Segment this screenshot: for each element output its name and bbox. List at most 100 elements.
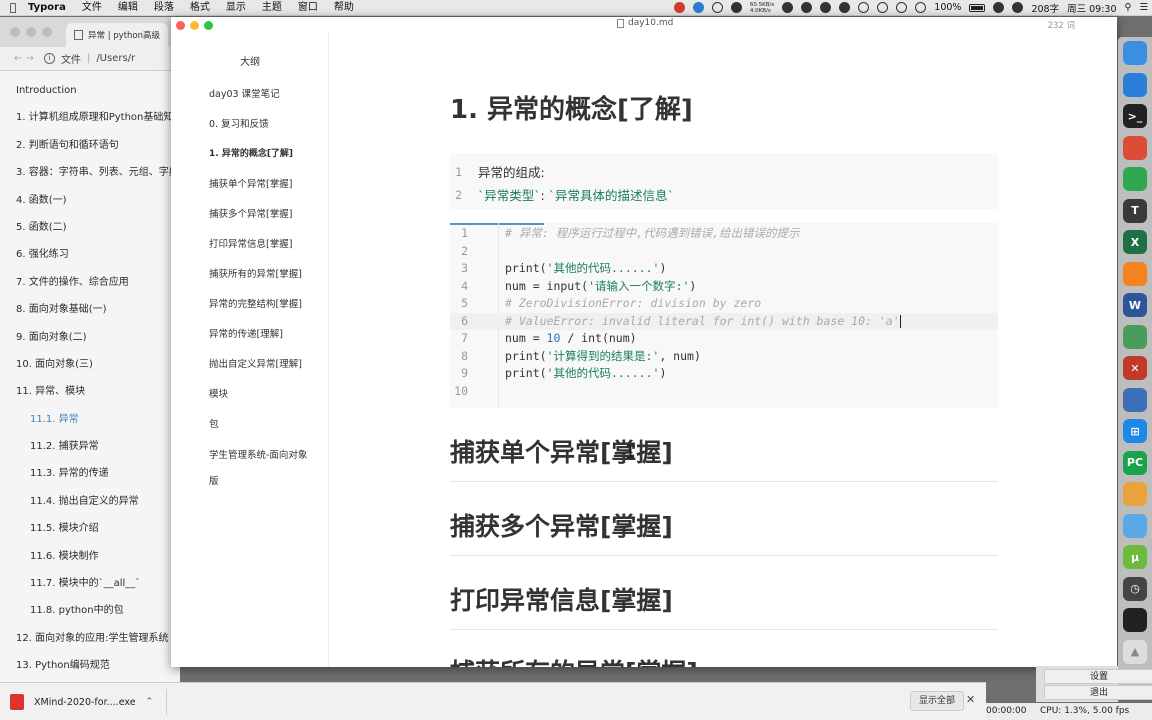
- clock[interactable]: 周三 09:30: [1067, 1, 1116, 15]
- browser-zoom-button[interactable]: [42, 27, 52, 37]
- toc-item[interactable]: 11.2. 捕获异常: [0, 433, 180, 460]
- close-icon[interactable]: ✕: [966, 693, 975, 706]
- toc-item[interactable]: 11.8. python中的包: [0, 597, 180, 624]
- bluetooth-icon[interactable]: [877, 2, 889, 13]
- code-line[interactable]: 2: [450, 243, 998, 261]
- word-icon[interactable]: W: [1123, 293, 1147, 317]
- code-line[interactable]: 7 num = 10 / int(num): [450, 330, 998, 348]
- windows-icon[interactable]: ⊞: [1123, 419, 1147, 443]
- info-icon[interactable]: i: [43, 53, 55, 64]
- excel-icon[interactable]: X: [1123, 230, 1147, 254]
- airplay-icon[interactable]: [858, 2, 870, 13]
- toc-item[interactable]: 8. 面向对象基础(一): [0, 296, 180, 323]
- outline-item[interactable]: 学生管理系统-面向对象: [209, 447, 307, 461]
- toc-item[interactable]: 5. 函数(二): [0, 214, 180, 241]
- menu-file[interactable]: 文件: [74, 0, 110, 16]
- code-line[interactable]: 8 print('计算得到的结果是:', num): [450, 348, 998, 366]
- typora-icon[interactable]: T: [1123, 198, 1147, 223]
- minimize-button[interactable]: [190, 20, 199, 30]
- toc-item[interactable]: 9. 面向对象(二): [0, 324, 180, 351]
- toc-item[interactable]: 11.4. 抛出自定义的异常: [0, 488, 180, 515]
- toc-item[interactable]: 12. 面向对象的应用:学生管理系统: [0, 625, 180, 652]
- menu-app[interactable]: Typora: [26, 0, 74, 16]
- word-count[interactable]: 232 词: [1048, 19, 1075, 31]
- heading-catch-all[interactable]: 捕获所有的异常[掌握]: [450, 653, 698, 667]
- spotlight-icon[interactable]: ⚲: [1125, 2, 1132, 13]
- heading-print-exception[interactable]: 打印异常信息[掌握]: [450, 581, 673, 617]
- keyboard-tray-icon[interactable]: [1012, 2, 1024, 13]
- outline-item[interactable]: 版: [209, 473, 219, 487]
- menu-format[interactable]: 格式: [182, 0, 218, 16]
- outline-item[interactable]: 包: [209, 416, 219, 430]
- outline-item[interactable]: 捕获单个异常[掌握]: [209, 176, 292, 190]
- toc-item[interactable]: 2. 判断语句和循环语句: [0, 132, 180, 159]
- sequel-icon[interactable]: [1123, 482, 1147, 506]
- malwarebytes-icon[interactable]: [801, 2, 813, 13]
- code-line[interactable]: 3 print('其他的代码......'): [450, 260, 998, 278]
- record-tray-icon[interactable]: [730, 2, 742, 13]
- tray-icon-a[interactable]: [782, 2, 794, 13]
- toc-item[interactable]: 11.6. 模块制作: [0, 543, 180, 570]
- download-item[interactable]: XMind-2020-for....exe ⌃: [10, 693, 153, 711]
- outline-item[interactable]: day03 课堂笔记: [209, 86, 280, 100]
- menu-edit[interactable]: 编辑: [110, 0, 146, 16]
- code-line[interactable]: 5 # ZeroDivisionError: division by zero: [450, 295, 998, 313]
- code-line[interactable]: 10: [450, 383, 998, 401]
- show-all-button[interactable]: 显示全部: [910, 691, 965, 711]
- code-line[interactable]: 4 num = input('请输入一个数字:'): [450, 278, 998, 296]
- obs-icon[interactable]: [1123, 608, 1147, 632]
- heading-exception-concept[interactable]: 1. 异常的概念[了解]: [450, 89, 693, 126]
- outline-item[interactable]: 捕获多个异常[掌握]: [209, 206, 292, 220]
- toc-item[interactable]: 11.3. 异常的传递: [0, 460, 180, 487]
- safari-icon[interactable]: [1123, 72, 1147, 97]
- outline-item[interactable]: 异常的传递[理解]: [209, 326, 283, 340]
- evernote-icon[interactable]: [1123, 167, 1147, 191]
- cloud-tray-icon[interactable]: [839, 2, 851, 13]
- menu-paragraph[interactable]: 段落: [146, 0, 182, 16]
- heading-catch-single[interactable]: 捕获单个异常[掌握]: [450, 433, 673, 469]
- terminal-icon[interactable]: >_: [1123, 104, 1147, 128]
- menu-theme[interactable]: 主题: [254, 0, 290, 16]
- code-line[interactable]: 1 # 异常: 程序运行过程中,代码遇到错误,给出错误的提示: [450, 225, 998, 243]
- trash-icon[interactable]: ▲: [1123, 639, 1147, 664]
- outline-item[interactable]: 模块: [209, 386, 228, 400]
- toc-item[interactable]: 11. 异常、模块: [0, 378, 180, 405]
- code-line[interactable]: 1 异常的组成:: [450, 161, 998, 184]
- toc-item[interactable]: 7. 文件的操作、综合应用: [0, 269, 180, 296]
- address-bar[interactable]: ← → i 文件 | /Users/r: [0, 47, 180, 71]
- outline-item[interactable]: 0. 复习和反馈: [209, 116, 269, 130]
- chrome-icon[interactable]: [1123, 135, 1147, 160]
- network-icon[interactable]: [1123, 324, 1147, 349]
- wechat-tray-icon[interactable]: [820, 2, 832, 13]
- input-method[interactable]: 208字: [1031, 1, 1059, 15]
- battery-icon[interactable]: [969, 3, 986, 12]
- zoom-button[interactable]: [204, 20, 213, 30]
- folder-icon[interactable]: [1123, 513, 1147, 538]
- toc-item[interactable]: 11.7. 模块中的`__all__`: [0, 570, 180, 597]
- toc-item[interactable]: 11.1. 异常: [0, 406, 180, 433]
- code-line[interactable]: 9 print('其他的代码......'): [450, 365, 998, 383]
- virtualbox-icon[interactable]: [1123, 387, 1147, 412]
- volume-icon[interactable]: [915, 2, 927, 13]
- xmind-icon[interactable]: ✕: [1123, 356, 1147, 380]
- toc-item[interactable]: 4. 函数(一): [0, 187, 180, 214]
- close-button[interactable]: [176, 20, 185, 30]
- wifi-icon[interactable]: [896, 2, 908, 13]
- browser-tab[interactable]: 异常 | python高级: [66, 23, 169, 47]
- outline-item[interactable]: 抛出自定义异常[理解]: [209, 356, 302, 370]
- chevron-down-icon[interactable]: ⌃: [146, 697, 154, 707]
- outline-item[interactable]: 异常的完整结构[掌握]: [209, 296, 302, 310]
- netease-music-icon[interactable]: [673, 2, 685, 13]
- finder-icon[interactable]: [1123, 41, 1147, 65]
- menu-help[interactable]: 帮助: [326, 0, 362, 16]
- code-block-1[interactable]: 1 异常的组成: 2 `异常类型`: `异常具体的描述信息`: [450, 153, 998, 209]
- browser-close-button[interactable]: [10, 27, 20, 37]
- browser-minimize-button[interactable]: [26, 27, 36, 37]
- editor[interactable]: 1. 异常的概念[了解] 1 异常的组成: 2 `异常类型`: `异常具体的描述信息`…: [450, 33, 998, 667]
- heading-catch-multiple[interactable]: 捕获多个异常[掌握]: [450, 507, 673, 543]
- code-block-2[interactable]: 1 # 异常: 程序运行过程中,代码遇到错误,给出错误的提示 2 3 print('其他…: [450, 223, 998, 408]
- utorrent-icon[interactable]: µ: [1123, 545, 1147, 569]
- obs-exit-button[interactable]: 退出: [1044, 685, 1152, 700]
- outline-item[interactable]: 捕获所有的异常[掌握]: [209, 266, 302, 280]
- apple-menu-icon[interactable]: : [0, 1, 26, 14]
